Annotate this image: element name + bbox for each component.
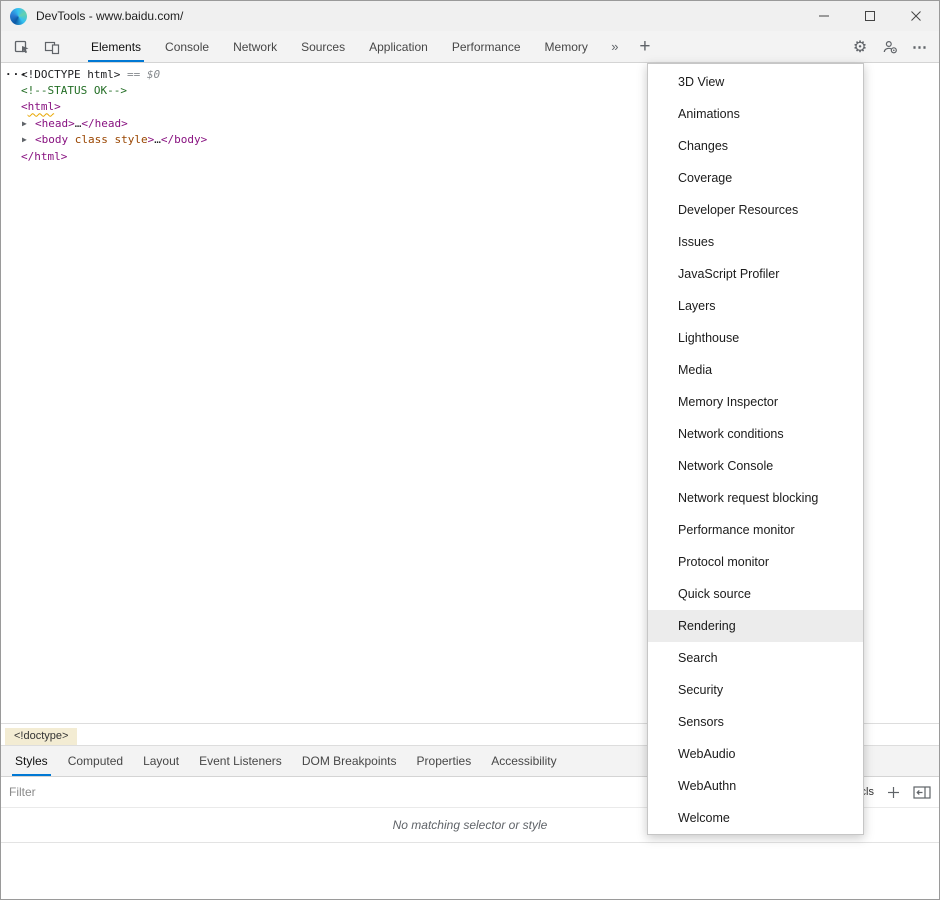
sidebar-panel-icon — [913, 785, 931, 800]
close-icon — [910, 10, 922, 22]
more-tools-menu: 3D ViewAnimationsChangesCoverageDevelope… — [647, 63, 864, 835]
menu-item-memory-inspector[interactable]: Memory Inspector — [648, 386, 863, 418]
dom-token-tag: html — [28, 100, 55, 113]
minimize-icon — [818, 10, 830, 22]
menu-item-media[interactable]: Media — [648, 354, 863, 386]
menu-item-3d-view[interactable]: 3D View — [648, 66, 863, 98]
dom-token-text: … — [154, 133, 161, 146]
window-title: DevTools - www.baidu.com/ — [36, 9, 183, 23]
window-controls — [801, 1, 939, 31]
dom-token-text: … — [75, 117, 82, 130]
menu-item-animations[interactable]: Animations — [648, 98, 863, 130]
titlebar: DevTools - www.baidu.com/ — [1, 1, 939, 31]
tab-performance[interactable]: Performance — [440, 31, 533, 62]
styles-filter-input[interactable] — [9, 785, 269, 799]
more-tabs-chevron-icon: » — [611, 39, 618, 54]
expand-caret-icon[interactable]: ▶ — [19, 135, 35, 144]
menu-item-quick-source[interactable]: Quick source — [648, 578, 863, 610]
toggle-computed-sidebar-button[interactable] — [913, 785, 931, 800]
menu-item-network-console[interactable]: Network Console — [648, 450, 863, 482]
breadcrumb-item[interactable]: <!doctype> — [5, 728, 77, 745]
tab-elements[interactable]: Elements — [79, 31, 153, 62]
overflow-dots-icon: ··· — [5, 68, 21, 81]
styles-tab-dom-breakpoints[interactable]: DOM Breakpoints — [292, 746, 407, 776]
menu-item-lighthouse[interactable]: Lighthouse — [648, 322, 863, 354]
tab-application[interactable]: Application — [357, 31, 440, 62]
menu-item-changes[interactable]: Changes — [648, 130, 863, 162]
menu-item-layers[interactable]: Layers — [648, 290, 863, 322]
tab-network[interactable]: Network — [221, 31, 289, 62]
dom-token-tag: < — [21, 100, 28, 113]
more-tools-button[interactable]: + — [630, 31, 660, 62]
empty-state-message: No matching selector or style — [393, 818, 548, 832]
menu-item-network-conditions[interactable]: Network conditions — [648, 418, 863, 450]
plus-icon — [886, 785, 901, 800]
more-tabs-button[interactable]: » — [600, 31, 630, 62]
dom-token-tag: > — [148, 133, 155, 146]
plus-icon: + — [639, 37, 650, 56]
minimize-button[interactable] — [801, 1, 847, 31]
menu-item-security[interactable]: Security — [648, 674, 863, 706]
maximize-button[interactable] — [847, 1, 893, 31]
styles-tab-accessibility[interactable]: Accessibility — [481, 746, 566, 776]
menu-item-search[interactable]: Search — [648, 642, 863, 674]
dom-token-tag: </html> — [21, 150, 67, 163]
devtools-window: DevTools - www.baidu.com/ — [0, 0, 940, 900]
dom-token-tag: </body> — [161, 133, 207, 146]
menu-item-sensors[interactable]: Sensors — [648, 706, 863, 738]
person-gear-icon — [882, 39, 898, 55]
styles-tab-event-listeners[interactable]: Event Listeners — [189, 746, 292, 776]
dom-token-meta: == $0 — [120, 68, 160, 81]
edge-logo-icon — [10, 8, 27, 25]
styles-tab-styles[interactable]: Styles — [5, 746, 58, 776]
toolbar-right-actions: ⚙ ⋯ — [845, 31, 939, 62]
new-style-rule-button[interactable] — [886, 785, 901, 800]
styles-tab-properties[interactable]: Properties — [407, 746, 482, 776]
menu-item-protocol-monitor[interactable]: Protocol monitor — [648, 546, 863, 578]
gear-icon: ⚙ — [853, 37, 867, 57]
dom-token-comment: <!--STATUS OK--> — [21, 84, 127, 97]
panel-tabs: ElementsConsoleNetworkSourcesApplication… — [79, 31, 600, 62]
tab-memory[interactable]: Memory — [533, 31, 600, 62]
maximize-icon — [864, 10, 876, 22]
more-options-icon: ⋯ — [912, 38, 928, 56]
menu-item-welcome[interactable]: Welcome — [648, 802, 863, 834]
dom-token-attr: style — [108, 133, 148, 146]
menu-item-developer-resources[interactable]: Developer Resources — [648, 194, 863, 226]
dom-token-tag: <body — [35, 133, 68, 146]
settings-button[interactable]: ⚙ — [845, 31, 875, 62]
dom-token-tag: </head> — [81, 117, 127, 130]
menu-item-rendering[interactable]: Rendering — [648, 610, 863, 642]
inspect-cursor-icon — [14, 39, 30, 55]
customize-devtools-button[interactable]: ⋯ — [905, 31, 935, 62]
breadcrumb-items: <!doctype> — [1, 726, 77, 744]
device-toolbar-icon — [44, 39, 60, 55]
dom-token-tag: > — [54, 100, 61, 113]
menu-item-issues[interactable]: Issues — [648, 226, 863, 258]
styles-tab-layout[interactable]: Layout — [133, 746, 189, 776]
dom-token-attr: class — [68, 133, 108, 146]
device-toolbar-button[interactable] — [37, 31, 67, 62]
menu-item-performance-monitor[interactable]: Performance monitor — [648, 514, 863, 546]
styles-tab-computed[interactable]: Computed — [58, 746, 133, 776]
menu-item-network-request-blocking[interactable]: Network request blocking — [648, 482, 863, 514]
menu-item-webaudio[interactable]: WebAudio — [648, 738, 863, 770]
inspect-element-button[interactable] — [7, 31, 37, 62]
tab-sources[interactable]: Sources — [289, 31, 357, 62]
expand-caret-icon[interactable]: ▶ — [19, 119, 35, 128]
tab-console[interactable]: Console — [153, 31, 221, 62]
feedback-button[interactable] — [875, 31, 905, 62]
dom-token-tag: <head> — [35, 117, 75, 130]
close-button[interactable] — [893, 1, 939, 31]
menu-item-javascript-profiler[interactable]: JavaScript Profiler — [648, 258, 863, 290]
menu-item-webauthn[interactable]: WebAuthn — [648, 770, 863, 802]
devtools-toolbar: ElementsConsoleNetworkSourcesApplication… — [1, 31, 939, 63]
menu-item-coverage[interactable]: Coverage — [648, 162, 863, 194]
dom-token-doctype: <!DOCTYPE html> — [21, 68, 120, 81]
